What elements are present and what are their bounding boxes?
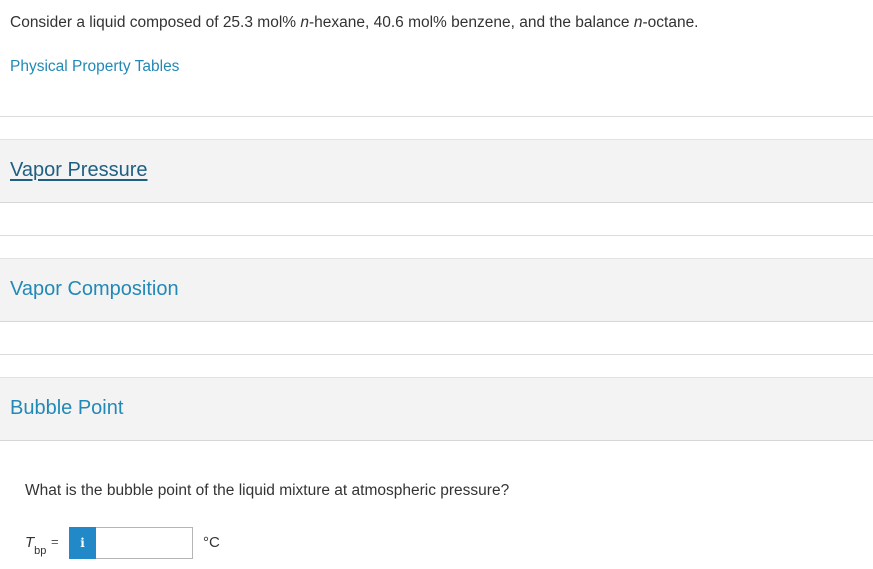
problem-text-1: Consider a liquid composed of 25.3 mol% <box>10 14 301 31</box>
info-icon[interactable]: i <box>69 527 96 559</box>
section-vapor-composition[interactable]: Vapor Composition <box>0 258 873 322</box>
physical-property-tables-link[interactable]: Physical Property Tables <box>10 58 179 76</box>
section-title-bubble-point[interactable]: Bubble Point <box>10 397 123 420</box>
section-title-vapor-pressure[interactable]: Vapor Pressure <box>10 159 147 182</box>
question-text: What is the bubble point of the liquid m… <box>25 482 510 499</box>
section-bubble-point[interactable]: Bubble Point <box>0 377 873 441</box>
section-title-vapor-composition[interactable]: Vapor Composition <box>10 278 179 301</box>
divider <box>0 235 873 236</box>
answer-row: Tbp = i °C <box>25 527 285 559</box>
problem-text-2: -hexane, 40.6 mol% benzene, and the bala… <box>308 14 634 31</box>
equals-sign: = <box>51 534 59 549</box>
variable-label: Tbp <box>25 534 47 557</box>
bubble-point-input[interactable] <box>96 527 193 559</box>
problem-statement: Consider a liquid composed of 25.3 mol% … <box>10 14 699 32</box>
divider <box>0 116 873 117</box>
variable-subscript: bp <box>34 545 47 557</box>
problem-italic-n-1: n <box>300 14 309 31</box>
unit-label: °C <box>203 534 220 551</box>
divider <box>0 354 873 355</box>
variable-symbol: T <box>25 534 35 551</box>
section-vapor-pressure[interactable]: Vapor Pressure <box>0 139 873 203</box>
problem-text-3: -octane. <box>642 14 699 31</box>
